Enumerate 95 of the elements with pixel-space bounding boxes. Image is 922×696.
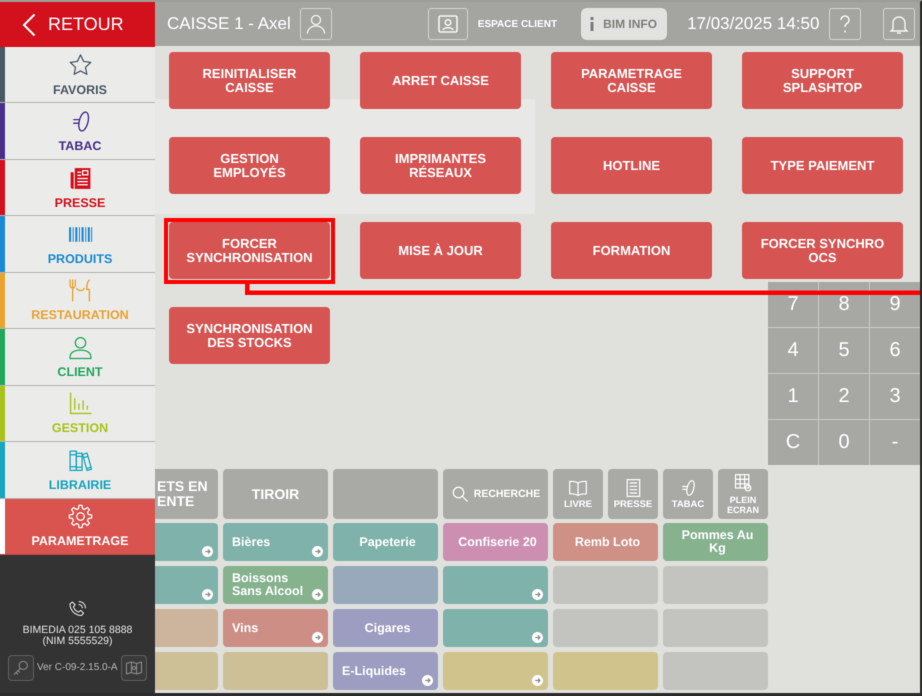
menu-button[interactable]: HOTLINE (551, 137, 712, 194)
product-tile[interactable] (443, 609, 548, 647)
menu-button[interactable]: SUPPORT SPLASHTOP (742, 52, 903, 109)
toolbar-button[interactable]: RECHERCHE (443, 469, 548, 519)
customer-card-button[interactable] (428, 8, 468, 40)
keypad-key[interactable]: 1 (768, 374, 818, 419)
menu-button[interactable]: ARRET CAISSE (360, 52, 521, 109)
sidebar-item[interactable]: RESTAURATION (0, 272, 155, 330)
product-tile[interactable]: Pommes Au Kg (663, 523, 768, 561)
keypad-key[interactable]: 4 (768, 328, 818, 373)
gear-icon (68, 504, 92, 530)
contact-phone: BIMEDIA 025 105 8888 (22, 624, 132, 636)
sidebar-item[interactable]: TABAC (0, 103, 155, 160)
star-icon (68, 52, 92, 78)
product-tile[interactable]: Remb Loto (553, 523, 658, 561)
info-icon (590, 17, 594, 31)
keypad-key[interactable]: 6 (870, 328, 920, 373)
chevron-left-icon (22, 12, 36, 36)
keypad-key[interactable]: 0 (819, 420, 869, 465)
menu-button[interactable]: PARAMETRAGE CAISSE (551, 52, 712, 109)
keypad-key[interactable]: 7 (768, 282, 818, 327)
notification-button[interactable] (883, 8, 916, 40)
keypad-key[interactable]: 2 (819, 374, 869, 419)
search-icon (450, 485, 469, 503)
customer-space-label: ESPACE CLIENT (478, 18, 558, 30)
sidebar-item[interactable]: PARAMETRAGE (0, 498, 155, 555)
toolbar-button[interactable]: PLEIN ECRAN (718, 469, 768, 519)
person-icon (68, 334, 92, 360)
keypad-key[interactable]: 9 (870, 282, 920, 327)
product-tile[interactable]: Boissons Sans Alcool (223, 566, 328, 604)
product-tile[interactable] (663, 566, 768, 604)
product-tile[interactable] (663, 609, 768, 647)
product-tile[interactable] (553, 566, 658, 604)
nim-number: (NIM 5555529) (42, 636, 113, 647)
product-tile[interactable]: Vins (223, 609, 328, 647)
date-time: 17/03/2025 14:50 (687, 14, 820, 34)
product-tile[interactable] (443, 652, 548, 690)
product-tile[interactable] (223, 652, 328, 690)
help-button[interactable] (829, 8, 862, 40)
product-tile[interactable]: Bières (223, 523, 328, 561)
menu-button[interactable]: FORCER SYNCHRO OCS (742, 222, 903, 279)
books-icon (68, 448, 92, 473)
toolbar-button[interactable]: LIVRE (553, 469, 603, 519)
product-tile[interactable] (155, 566, 218, 604)
info-button[interactable]: BIM INFO (581, 8, 668, 40)
bar-chart-icon (68, 391, 92, 416)
key-button[interactable] (8, 654, 34, 681)
product-tile[interactable] (553, 609, 658, 647)
product-tile[interactable] (333, 566, 438, 604)
product-tile[interactable] (155, 652, 218, 690)
keypad-key[interactable]: 3 (870, 374, 920, 419)
cutlery-icon (68, 278, 92, 304)
product-tile[interactable] (553, 652, 658, 690)
product-tile[interactable]: E-Liquides (333, 652, 438, 690)
menu-button[interactable]: SYNCHRONISATION DES STOCKS (169, 307, 330, 364)
sidebar-item[interactable]: LIBRAIRIE (0, 442, 155, 498)
product-tile[interactable] (443, 566, 548, 604)
menu-button[interactable]: REINITIALISER CAISSE (169, 52, 330, 109)
folded-map-icon (124, 658, 143, 677)
product-tile[interactable]: Confiserie 20 (443, 523, 548, 561)
menu-button[interactable]: FORCER SYNCHRONISATION (169, 222, 330, 279)
menu-button[interactable]: TYPE PAIEMENT (742, 137, 903, 194)
newspaper-icon (68, 166, 92, 191)
product-tile[interactable] (155, 609, 218, 647)
sidebar-item[interactable]: FAVORIS (0, 47, 155, 104)
menu-button[interactable]: IMPRIMANTES RÉSEAUX (360, 137, 521, 194)
version-label: Ver C-09-2.15.0-A (37, 662, 118, 674)
register-title: CAISSE 1 - Axel (167, 14, 291, 34)
sidebar-item[interactable]: PRESSE (0, 160, 155, 216)
keypad-key[interactable]: - (870, 420, 920, 465)
toolbar-button[interactable]: ETS EN ENTE (155, 469, 218, 519)
map-button[interactable] (120, 654, 147, 681)
phone-icon (68, 600, 87, 619)
back-button[interactable]: RETOUR (0, 2, 155, 47)
product-tile[interactable] (155, 523, 218, 561)
open-book-icon (568, 478, 588, 498)
key-icon (12, 658, 30, 677)
sidebar-item[interactable]: PRODUITS (0, 216, 155, 273)
toolbar-button[interactable]: PRESSE (608, 469, 658, 519)
menu-button[interactable]: FORMATION (551, 222, 712, 279)
toolbar-button[interactable]: TIROIR (223, 469, 328, 519)
sidebar-item[interactable]: CLIENT (0, 329, 155, 386)
keypad-key[interactable]: C (768, 420, 818, 465)
menu-button[interactable]: GESTION EMPLOYÉS (169, 137, 330, 194)
user-button[interactable] (300, 8, 332, 40)
id-card-icon (436, 12, 460, 36)
sidebar-item[interactable]: GESTION (0, 386, 155, 442)
toolbar-button[interactable]: TABAC (663, 469, 713, 519)
menu-button[interactable]: MISE À JOUR (360, 222, 521, 279)
keypad-key[interactable]: 8 (819, 282, 869, 327)
product-tile[interactable]: Cigares (333, 609, 438, 647)
product-tile[interactable]: Papeterie (333, 523, 438, 561)
keypad-key[interactable]: 5 (819, 328, 869, 373)
product-tile[interactable] (663, 652, 768, 690)
grid-icon (733, 473, 753, 493)
